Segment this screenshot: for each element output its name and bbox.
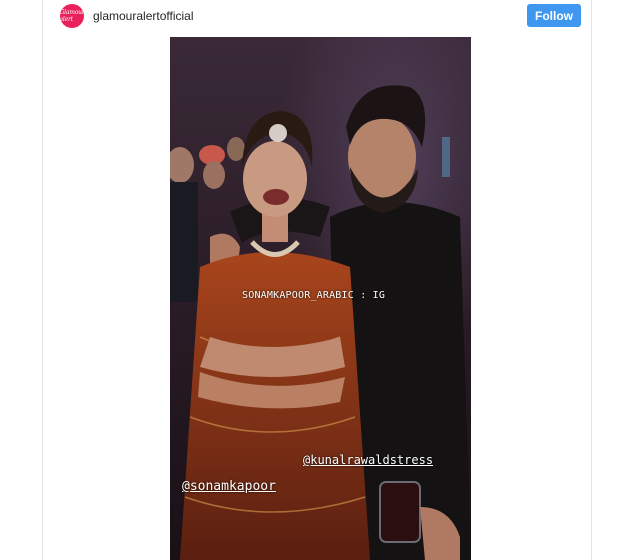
follow-button[interactable]: Follow	[527, 4, 581, 27]
post-username[interactable]: glamouralertofficial	[93, 9, 194, 23]
instagram-post-card: Glamour alert glamouralertofficial Follo…	[42, 0, 592, 560]
avatar-logo-text: Glamour alert	[60, 9, 84, 23]
profile-avatar[interactable]: Glamour alert	[60, 4, 84, 28]
post-photo[interactable]: SONAMKAPOOR_ARABIC : IG @kunalrawaldstre…	[170, 37, 471, 560]
post-header: Glamour alert glamouralertofficial Follo…	[43, 0, 591, 34]
mention-tag-sonam[interactable]: @sonamkapoor	[182, 479, 276, 494]
mention-tag-kunal[interactable]: @kunalrawaldstress	[303, 453, 433, 467]
photo-credit-label: SONAMKAPOOR_ARABIC : IG	[242, 290, 386, 301]
